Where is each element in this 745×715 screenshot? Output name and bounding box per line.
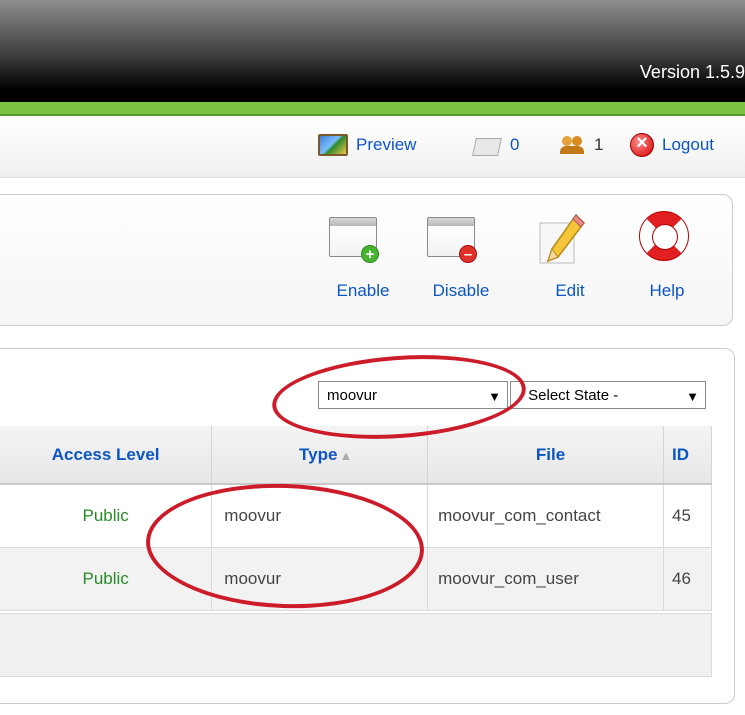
access-cell[interactable]: Public (0, 547, 213, 611)
logout-label: Logout (662, 135, 714, 154)
users-online-link[interactable]: 1 (560, 130, 603, 160)
access-level-public[interactable]: Public (82, 506, 128, 525)
lifebuoy-icon (639, 211, 689, 261)
disable-label: Disable (432, 281, 490, 300)
minus-badge-icon: – (459, 245, 477, 263)
logout-icon (630, 132, 654, 157)
enable-button[interactable]: + Enable (323, 215, 403, 315)
access-level-public[interactable]: Public (82, 569, 128, 588)
type-filter-select[interactable]: moovur ▼ (318, 381, 508, 409)
status-bar: Preview 0 1 Logout (0, 118, 745, 178)
pencil-icon (539, 213, 585, 264)
access-cell[interactable]: Public (0, 484, 213, 548)
chevron-down-icon: ▼ (488, 389, 501, 404)
messages-icon (474, 134, 502, 156)
state-filter-value: - Select State - (519, 386, 619, 404)
id-cell: 45 (663, 484, 712, 548)
type-cell: moovur (211, 547, 429, 611)
header-accent-bar (0, 102, 745, 116)
disable-button[interactable]: – Disable (421, 215, 501, 315)
column-header-access-level[interactable]: Access Level (0, 426, 213, 485)
help-button[interactable]: Help (627, 211, 707, 315)
table-row: Public moovur moovur_com_contact 45 (0, 484, 712, 548)
messages-link[interactable]: 0 (474, 130, 519, 160)
help-label: Help (649, 281, 685, 300)
sort-ascending-icon: ▲ (339, 447, 353, 463)
toolbar-panel: + Enable – Disable Edit Help (0, 194, 733, 326)
users-count: 1 (594, 135, 604, 154)
version-text: Version 1.5.9 (639, 62, 745, 82)
table-footer (0, 613, 712, 677)
users-icon (560, 134, 586, 156)
preview-icon (318, 134, 348, 156)
type-header-label: Type (299, 444, 338, 464)
plugins-table: Access Level Type ▲ File ID Public moovur… (0, 426, 712, 611)
column-header-id[interactable]: ID (663, 426, 712, 485)
id-cell: 46 (663, 547, 712, 611)
type-filter-value: moovur (327, 386, 378, 404)
type-cell: moovur (211, 484, 429, 548)
column-header-file[interactable]: File (427, 426, 664, 485)
column-header-type[interactable]: Type ▲ (211, 426, 429, 485)
logout-link[interactable]: Logout (630, 130, 714, 160)
messages-count: 0 (510, 135, 520, 154)
enable-label: Enable (336, 281, 390, 300)
state-filter-select[interactable]: - Select State - ▼ (510, 381, 706, 409)
table-header-row: Access Level Type ▲ File ID (0, 426, 712, 485)
admin-header: Version 1.5.9 (0, 0, 745, 102)
preview-link[interactable]: Preview (318, 130, 416, 160)
preview-label: Preview (356, 135, 417, 154)
file-cell: moovur_com_user (427, 547, 664, 611)
file-cell: moovur_com_contact (427, 484, 664, 548)
plus-badge-icon: + (361, 245, 379, 263)
chevron-down-icon: ▼ (686, 389, 699, 404)
edit-button[interactable]: Edit (530, 213, 610, 315)
edit-label: Edit (555, 281, 585, 300)
table-row: Public moovur moovur_com_user 46 (0, 547, 712, 611)
